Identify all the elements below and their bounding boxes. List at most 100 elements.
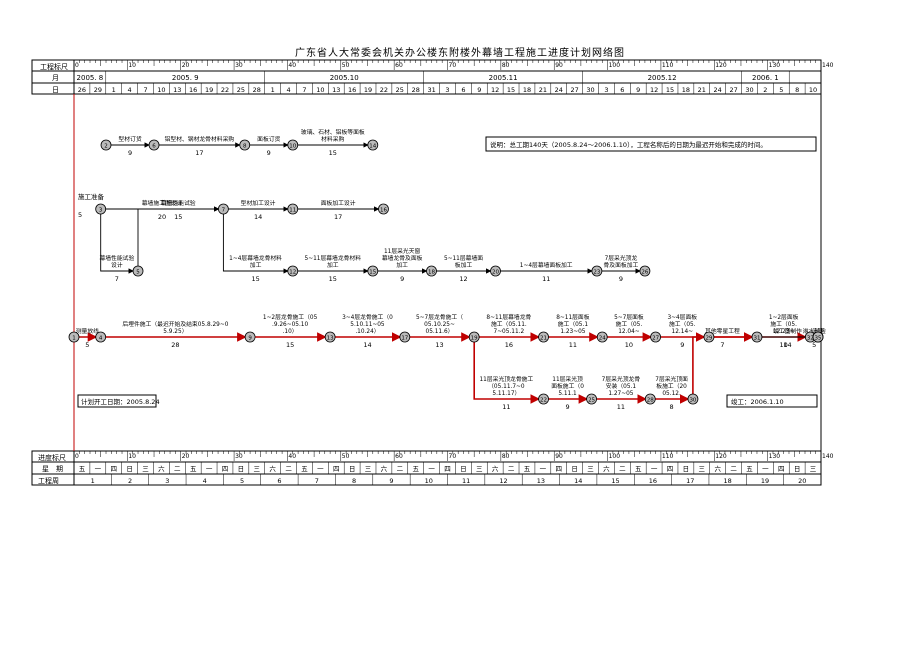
activity-label: 面板施工（0 (551, 382, 584, 390)
day-label: 19 (364, 86, 372, 94)
day-label: 25 (396, 86, 404, 94)
activity-duration: 5 (85, 341, 89, 349)
activity-label: 1~2层面板 (769, 313, 799, 321)
weekday-label: 日 (571, 465, 578, 473)
activity-label: 7层采光顶龙 (605, 254, 638, 262)
week-label: 14 (574, 477, 582, 485)
weekday-label: 日 (349, 465, 356, 473)
weekday-label: 二 (730, 465, 737, 473)
weekday-label: 五 (79, 465, 86, 473)
activity-duration: 28 (171, 341, 179, 349)
event-node-number: 24 (599, 335, 606, 341)
extra-label: 5 (78, 211, 82, 219)
scale-tick-label: 140 (822, 453, 834, 460)
activity-label: 施工（05.1 (558, 320, 589, 328)
day-label: 9 (636, 86, 640, 94)
event-node-number: 16 (380, 207, 387, 213)
month-label: 2006. 1 (752, 74, 779, 82)
activity-label: 05.12. (662, 391, 681, 397)
footer-scale: 进度标尺 星 期 工程周 0 10 20 30 40 50 60 70 80 90 100 110 12… (31, 450, 834, 486)
day-label: 日 (52, 86, 59, 94)
weekday-label: 五 (635, 465, 642, 473)
day-label: 12 (650, 86, 658, 94)
weekday-label: 一 (651, 465, 658, 473)
day-label: 10 (316, 86, 324, 94)
activity-label: 幕墙性能试验 (161, 199, 196, 207)
activity-label: 型材加工设计 (241, 199, 276, 207)
activity-label: 板施工（20 (656, 382, 687, 390)
scale-tick-label: 130 (769, 62, 781, 69)
week-label: 9 (389, 477, 393, 485)
day-label: 7 (143, 86, 147, 94)
activity-duration: 11 (617, 403, 625, 411)
activity-duration: 9 (400, 275, 404, 283)
weekday-label: 一 (206, 465, 213, 473)
weekday-label: 四 (333, 465, 340, 473)
week-label: 5 (240, 477, 244, 485)
activity-label: 5~7层龙骨施工（ (416, 313, 463, 321)
day-label: 22 (221, 86, 229, 94)
week-label: 10 (425, 477, 433, 485)
weekday-label: 四 (222, 465, 229, 473)
weekday-label: 六 (269, 464, 276, 473)
activity-label: 1.23~05 (560, 329, 585, 335)
activity-label: 8~11层幕墙龙骨 (486, 313, 531, 321)
weekday-label: 六 (158, 464, 165, 473)
activity-label: 设计 (111, 261, 123, 269)
activity-label: 施工（05.11. (491, 320, 527, 328)
weekday-label: 四 (778, 465, 785, 473)
weekday-label: 三 (365, 465, 372, 473)
event-node-number: 18 (428, 269, 435, 275)
weekday-label: 二 (174, 465, 181, 473)
activity-label: 5.10.11~05 (350, 322, 385, 328)
week-label: 11 (462, 477, 470, 485)
day-label: 29 (94, 86, 102, 94)
event-node-number: 35 (815, 335, 822, 341)
event-node-number: 14 (369, 143, 376, 149)
day-label: 30 (745, 86, 753, 94)
day-label: 13 (332, 86, 340, 94)
event-node-number: 26 (641, 269, 648, 275)
activity-label: 7~05.11.2 (494, 329, 525, 335)
day-label: 6 (620, 86, 624, 94)
event-node-number: 25 (588, 397, 595, 403)
activity-label: 安装（05.1 (606, 382, 637, 390)
event-node-number: 23 (593, 269, 600, 275)
weekday-label: 五 (301, 465, 308, 473)
activity-duration: 15 (251, 275, 259, 283)
weekday-label: 一 (762, 465, 769, 473)
event-node-number: 10 (289, 143, 296, 149)
event-node-number: 2 (104, 143, 108, 149)
week-label: 19 (761, 477, 769, 485)
activity-duration: 9 (619, 275, 623, 283)
weekday-label: 一 (428, 465, 435, 473)
extra-label: 施工准备 (78, 192, 105, 201)
day-label: 3 (604, 86, 608, 94)
scale-tick-label: 90 (555, 62, 563, 69)
week-label: 18 (723, 477, 731, 485)
activity-duration: 17 (334, 213, 342, 221)
activity-arrows: 型材订货 9 铝型材、钢材龙骨材料采购 17 面板订货 9 玻璃、石材、铝板等面板材料采购 1… (76, 128, 826, 411)
week-label: 20 (798, 477, 806, 485)
weekday-label: 日 (460, 465, 467, 473)
activity-label: 5~7层面板 (614, 313, 644, 321)
week-label: 7 (315, 477, 319, 485)
event-node-number: 15 (369, 269, 376, 275)
activity-duration: 7 (115, 275, 119, 283)
day-label: 24 (555, 86, 563, 94)
scale-tick-label: 70 (449, 62, 457, 69)
activity-duration: 5 (812, 341, 816, 349)
scale-tick-label: 60 (395, 62, 403, 69)
weekday-label: 三 (699, 465, 706, 473)
activity-label: 幕墙性能试验 (99, 254, 134, 262)
day-label: 16 (189, 86, 197, 94)
progress-label: 进度标尺 (38, 453, 66, 462)
scale-tick-label: 110 (662, 453, 674, 460)
plan-start-note: 计划开工日期：2005.8.24 (81, 397, 160, 406)
activity-duration: 15 (329, 275, 337, 283)
day-label: 4 (128, 86, 132, 94)
activity-label: 3~4层面板 (667, 313, 697, 321)
month-label: 2005. 8 (77, 74, 104, 82)
weekday-label: 五 (524, 465, 531, 473)
activity-label: 3~4层龙骨施工（0 (342, 313, 393, 321)
